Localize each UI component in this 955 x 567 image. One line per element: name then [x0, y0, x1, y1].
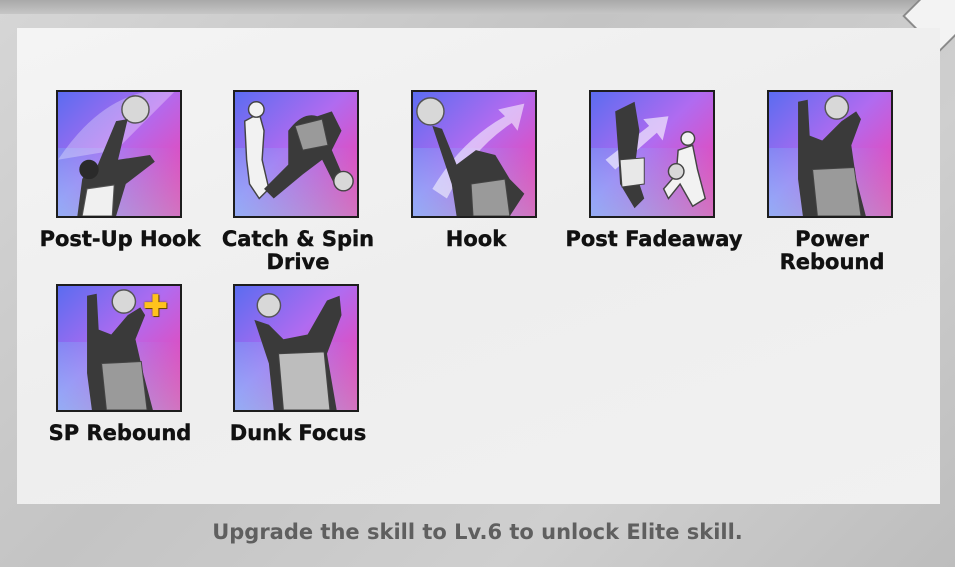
hook-icon: [411, 90, 537, 218]
players-silhouette: [243, 100, 354, 200]
skill-label: Post-Up Hook: [39, 227, 201, 251]
post-up-hook-icon: [56, 90, 182, 218]
players-silhouette: [605, 101, 707, 209]
popup-frame: Post-Up Hook Catch & Spin Drive Hook Pos…: [0, 0, 955, 567]
catch-spin-drive-icon: [233, 90, 359, 218]
sp-rebound-icon: ✚: [56, 284, 182, 412]
skill-label: Hook: [445, 227, 507, 251]
power-rebound-icon: [767, 90, 893, 218]
skill-label: SP Rebound: [48, 421, 192, 445]
player-silhouette: [254, 293, 342, 410]
plus-badge-icon: ✚: [142, 289, 168, 324]
player-silhouette: [798, 95, 866, 216]
skill-label: Dunk Focus: [229, 421, 367, 445]
skill-label: Catch & Spin Drive: [221, 227, 375, 274]
skill-label: Post Fadeaway: [565, 227, 743, 251]
unlock-hint-text: Upgrade the skill to Lv.6 to unlock Elit…: [212, 520, 743, 544]
frame-top-bar: [0, 0, 955, 14]
post-fadeaway-icon: [589, 90, 715, 218]
player-silhouette: [416, 97, 525, 216]
player-silhouette: [58, 92, 175, 216]
skill-label: Power Rebound: [779, 227, 885, 274]
dunk-focus-icon: [233, 284, 359, 412]
